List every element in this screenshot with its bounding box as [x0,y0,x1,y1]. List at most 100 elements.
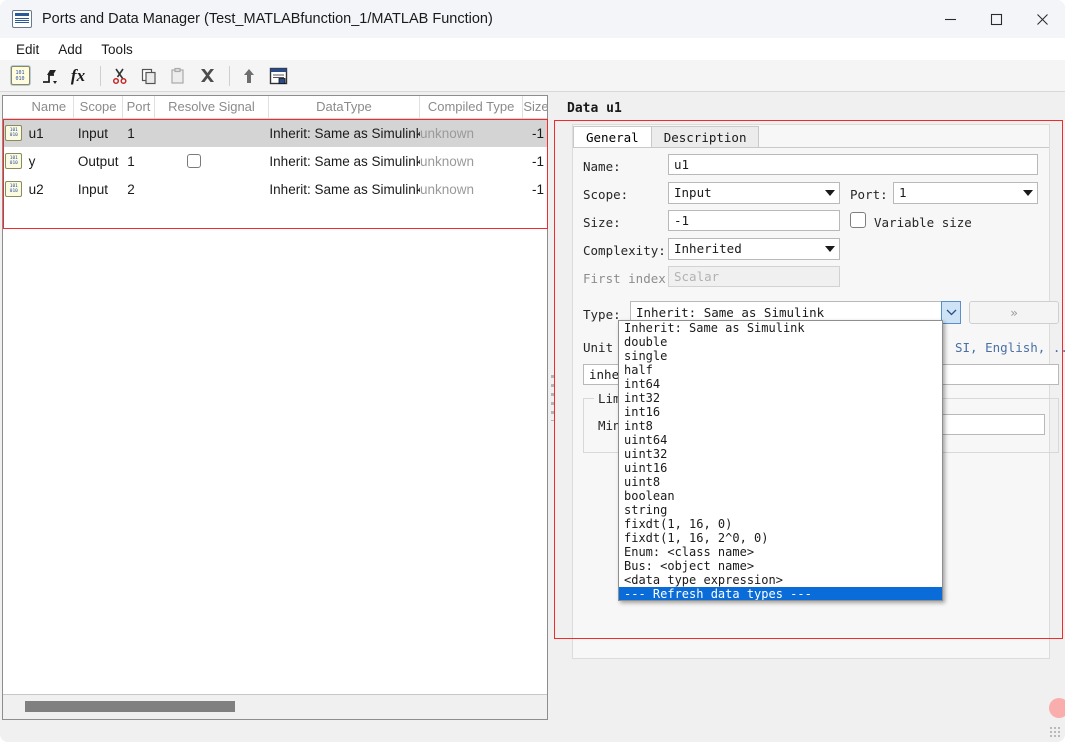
row-port: 2 [127,181,135,197]
report-window-icon[interactable] [265,63,291,89]
dropdown-option[interactable]: string [619,503,942,517]
menu-item-tools[interactable]: Tools [93,41,141,58]
row-size: -1 [532,125,545,141]
menu-item-add[interactable]: Add [50,41,90,58]
table-horizontal-scrollbar[interactable] [3,694,547,719]
row-scope: Input [77,181,108,197]
row-compiled-type: unknown [420,125,475,141]
splitter-grip-icon [551,375,554,421]
first-index-field: Scalar [668,266,840,287]
tab-description[interactable]: Description [650,126,760,147]
row-type-icon-cell: 101 010 [3,125,25,141]
table-header-row: Name Scope Port Resolve Signal DataType … [3,96,547,119]
dropdown-option[interactable]: uint16 [619,461,942,475]
size-label: Size: [583,215,621,230]
type-label: Type: [583,307,621,322]
complexity-label: Complexity: [583,243,666,258]
dropdown-option[interactable]: uint8 [619,475,942,489]
table-header-scope[interactable]: Scope [74,96,124,118]
row-type-icon-cell: 101 010 [3,181,25,197]
dropdown-option[interactable]: int64 [619,377,942,391]
table-header-icon[interactable] [3,96,25,118]
ports-data-manager-icon [12,10,32,28]
variable-size-checkbox[interactable] [850,212,866,228]
dropdown-option[interactable]: int32 [619,391,942,405]
table-header-name[interactable]: Name [25,96,74,118]
resolve-signal-checkbox[interactable] [186,154,201,168]
dropdown-option[interactable]: fixdt(1, 16, 2^0, 0) [619,531,942,545]
row-name: u2 [28,181,44,197]
minimum-field[interactable] [933,414,1045,435]
dropdown-option[interactable]: int8 [619,419,942,433]
port-dropdown[interactable]: 1 [893,182,1038,204]
complexity-dropdown[interactable]: Inherited [668,238,840,260]
table-header-compiled-type[interactable]: Compiled Type [420,96,524,118]
row-size: -1 [532,153,545,169]
row-size: -1 [532,181,545,197]
menu-item-edit[interactable]: Edit [8,41,47,58]
add-data-icon[interactable]: 101 010 [7,63,33,89]
fx-icon[interactable]: fx [65,63,91,89]
type-dropdown-toggle[interactable] [941,301,961,324]
cursor-highlight [1049,698,1065,718]
dropdown-option[interactable]: fixdt(1, 16, 0) [619,517,942,531]
row-datatype: Inherit: Same as Simulink [269,153,420,169]
window-title: Ports and Data Manager (Test_MATLABfunct… [42,11,493,27]
move-up-icon[interactable] [236,63,262,89]
paste-icon[interactable] [165,63,191,89]
table-header-datatype[interactable]: DataType [269,96,420,118]
size-field[interactable]: -1 [668,210,840,231]
table-header-resolve-signal[interactable]: Resolve Signal [155,96,270,118]
cut-icon[interactable] [107,63,133,89]
scope-dropdown[interactable]: Input [668,182,840,204]
row-scope: Output [77,153,119,169]
copy-icon[interactable] [136,63,162,89]
menu-bar: Edit Add Tools [0,38,1065,61]
row-port: 1 [127,153,135,169]
dropdown-option[interactable]: <data type expression> [619,573,942,587]
table-row[interactable]: 101 010 u1 Input 1 Inherit: Same as Simul… [3,119,547,147]
dropdown-option-refresh[interactable]: --- Refresh data types --- [619,587,942,600]
data-object-icon: 101 010 [5,153,23,169]
chevron-down-icon [825,183,835,203]
dropdown-option[interactable]: single [619,349,942,363]
dropdown-option[interactable]: Bus: <object name> [619,559,942,573]
type-expand-button[interactable]: » [969,301,1059,324]
minimize-icon[interactable] [927,0,973,38]
complexity-value: Inherited [674,241,742,256]
dropdown-option[interactable]: double [619,335,942,349]
row-scope: Input [77,125,108,141]
toolbar-separator-2 [229,65,230,86]
dropdown-option[interactable]: Inherit: Same as Simulink [619,321,942,335]
dropdown-option[interactable]: half [619,363,942,377]
table-header-port[interactable]: Port [123,96,155,118]
table-row[interactable]: 101 010 y Output 1 Inherit: Same as Simul… [3,147,547,175]
dropdown-option[interactable]: Enum: <class name> [619,545,942,559]
add-function-flow-icon[interactable] [36,63,62,89]
port-label: Port: [850,187,888,202]
window-controls [927,0,1065,38]
toolbar: 101 010 fx [0,60,1065,92]
page-title: Data u1 [567,101,622,116]
maximize-icon[interactable] [973,0,1019,38]
name-label: Name: [583,159,621,174]
row-resolve-signal[interactable] [155,154,270,168]
type-dropdown-list[interactable]: Inherit: Same as Simulink double single … [618,320,943,601]
chevron-down-icon [1023,183,1033,203]
table-row[interactable]: 101 010 u2 Input 2 Inherit: Same as Simul… [3,175,547,203]
close-icon[interactable] [1019,0,1065,38]
first-index-label: First index [583,271,666,286]
delete-icon[interactable] [194,63,220,89]
window-resize-grip[interactable] [1049,726,1061,738]
pane-splitter[interactable] [549,95,557,720]
scrollbar-thumb[interactable] [25,701,235,712]
dropdown-option[interactable]: boolean [619,489,942,503]
unit-hint-link[interactable]: SI, English, ... [955,340,1065,355]
dropdown-option[interactable]: uint64 [619,433,942,447]
table-header-size[interactable]: Size [523,96,547,118]
toolbar-separator-1 [100,65,101,86]
tab-general[interactable]: General [573,126,652,147]
dropdown-option[interactable]: uint32 [619,447,942,461]
dropdown-option[interactable]: int16 [619,405,942,419]
name-field[interactable]: u1 [668,154,1038,175]
